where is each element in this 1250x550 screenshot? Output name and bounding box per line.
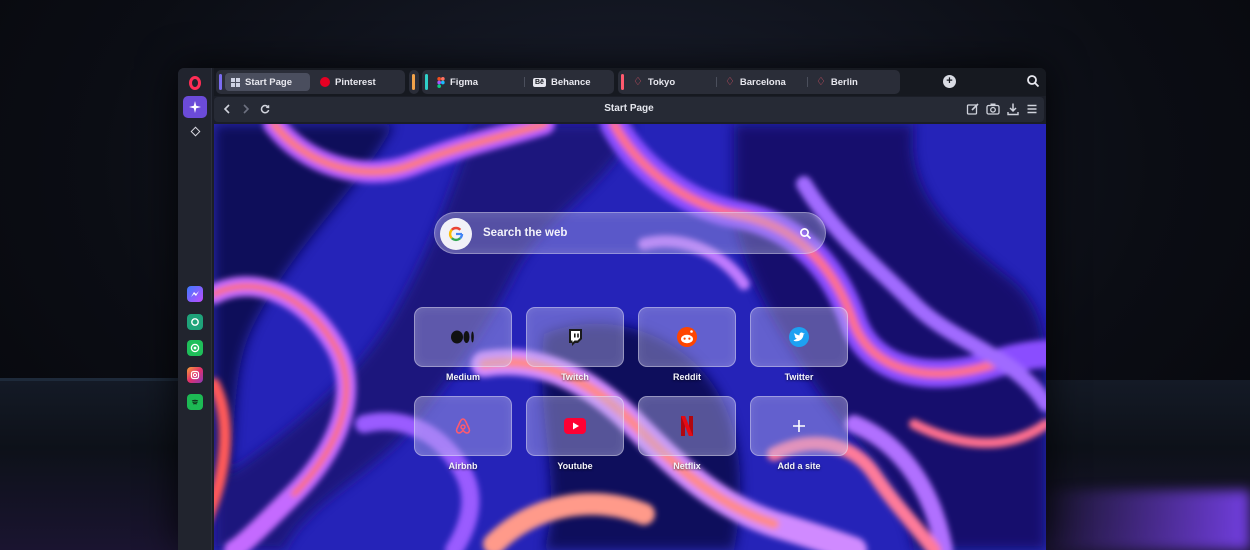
tab-pinterest[interactable]: Pinterest <box>314 73 402 91</box>
instagram-icon[interactable] <box>187 367 203 383</box>
speed-dial-airbnb[interactable] <box>414 396 512 456</box>
search-icon[interactable] <box>799 227 812 240</box>
tab-berlin[interactable]: ♢ Berlin <box>810 73 896 91</box>
tab-group-2-stripe <box>425 74 428 90</box>
tab-separator <box>524 77 525 87</box>
tab-figma[interactable]: Figma <box>431 73 521 91</box>
tab-label: Pinterest <box>335 76 376 88</box>
speed-dial-label: Youtube <box>557 461 593 471</box>
tab-group-collapsed[interactable] <box>409 70 419 94</box>
behance-icon: Bē <box>533 77 546 87</box>
speed-dial-label: Twitch <box>561 372 589 382</box>
address-bar: Start Page <box>214 97 1044 122</box>
tab-group-1-stripe <box>219 74 222 90</box>
tab-label: Figma <box>450 76 478 88</box>
airbnb-icon <box>455 418 471 434</box>
address-title[interactable]: Start Page <box>214 103 1044 114</box>
opera-logo-icon <box>189 76 201 90</box>
search-tabs-icon[interactable] <box>1026 74 1040 88</box>
tab-group-1: Start Page Pinterest <box>216 70 405 94</box>
tab-label: Berlin <box>830 76 858 88</box>
wallpaper-image <box>214 124 1046 550</box>
speed-dial-youtube[interactable] <box>526 396 624 456</box>
speed-dial-label: Airbnb <box>448 461 478 471</box>
youtube-icon <box>564 418 586 434</box>
airbnb-icon: ♢ <box>725 76 735 88</box>
new-tab-button[interactable]: + <box>943 75 956 88</box>
chatgpt-icon[interactable] <box>187 314 203 330</box>
tab-bar: Start Page Pinterest Figma Bē Behance ♢ … <box>214 68 1046 96</box>
tab-barcelona[interactable]: ♢ Barcelona <box>719 73 805 91</box>
tab-separator <box>716 77 717 87</box>
twitter-icon <box>789 327 809 347</box>
whatsapp-icon[interactable] <box>187 340 203 356</box>
figma-icon <box>437 76 445 88</box>
tab-tokyo[interactable]: ♢ Tokyo <box>627 73 713 91</box>
sparkle-icon <box>189 101 201 113</box>
edit-icon[interactable] <box>966 102 980 116</box>
browser-window: Start Page Pinterest Figma Bē Behance ♢ … <box>178 68 1046 550</box>
tab-label: Barcelona <box>739 76 786 88</box>
google-icon[interactable] <box>440 218 472 250</box>
speed-dial-twitter[interactable] <box>750 307 848 367</box>
search-box[interactable]: Search the web <box>434 212 826 254</box>
opera-menu-button[interactable] <box>183 72 207 94</box>
sidebar <box>178 68 212 550</box>
medium-icon <box>451 330 474 344</box>
tab-label: Behance <box>550 76 591 88</box>
diamond-icon <box>190 126 200 136</box>
start-page: Search the web Medium Twitch Reddit Twit… <box>214 124 1046 550</box>
camera-icon[interactable] <box>986 102 1000 116</box>
background-glow <box>1040 490 1250 550</box>
airbnb-icon: ♢ <box>816 76 826 88</box>
speed-dial-twitch[interactable] <box>526 307 624 367</box>
tab-start-page[interactable]: Start Page <box>225 73 310 91</box>
pinterest-icon <box>320 77 330 87</box>
speed-dial-reddit[interactable] <box>638 307 736 367</box>
aria-button[interactable] <box>183 96 207 118</box>
workspaces-button[interactable] <box>183 120 207 142</box>
speed-dial-netflix[interactable] <box>638 396 736 456</box>
tab-separator <box>807 77 808 87</box>
netflix-icon <box>681 416 693 436</box>
start-page-icon <box>231 77 240 87</box>
speed-dial-label: Reddit <box>673 372 701 382</box>
search-input[interactable]: Search the web <box>483 227 567 239</box>
twitch-icon <box>569 329 582 346</box>
messenger-icon[interactable] <box>187 286 203 302</box>
speed-dial-label: Netflix <box>673 461 701 471</box>
tab-group-2: Figma Bē Behance <box>422 70 614 94</box>
tab-group-collapsed-stripe <box>412 74 415 90</box>
speed-dial-medium[interactable] <box>414 307 512 367</box>
spotify-icon[interactable] <box>187 394 203 410</box>
tab-label: Tokyo <box>647 76 676 88</box>
tab-label: Start Page <box>245 76 292 88</box>
add-site-button[interactable] <box>750 396 848 456</box>
background-shelf <box>0 378 180 381</box>
menu-icon[interactable] <box>1025 102 1039 116</box>
speed-dial-label: Add a site <box>777 461 821 471</box>
speed-dial-label: Twitter <box>784 372 814 382</box>
plus-icon <box>793 420 805 432</box>
reddit-icon <box>677 327 697 347</box>
speed-dial-label: Medium <box>445 372 480 382</box>
tab-group-3-stripe <box>621 74 624 90</box>
tab-behance[interactable]: Bē Behance <box>527 73 611 91</box>
tab-group-3: ♢ Tokyo ♢ Barcelona ♢ Berlin <box>618 70 900 94</box>
airbnb-icon: ♢ <box>633 76 643 88</box>
download-icon[interactable] <box>1006 102 1020 116</box>
